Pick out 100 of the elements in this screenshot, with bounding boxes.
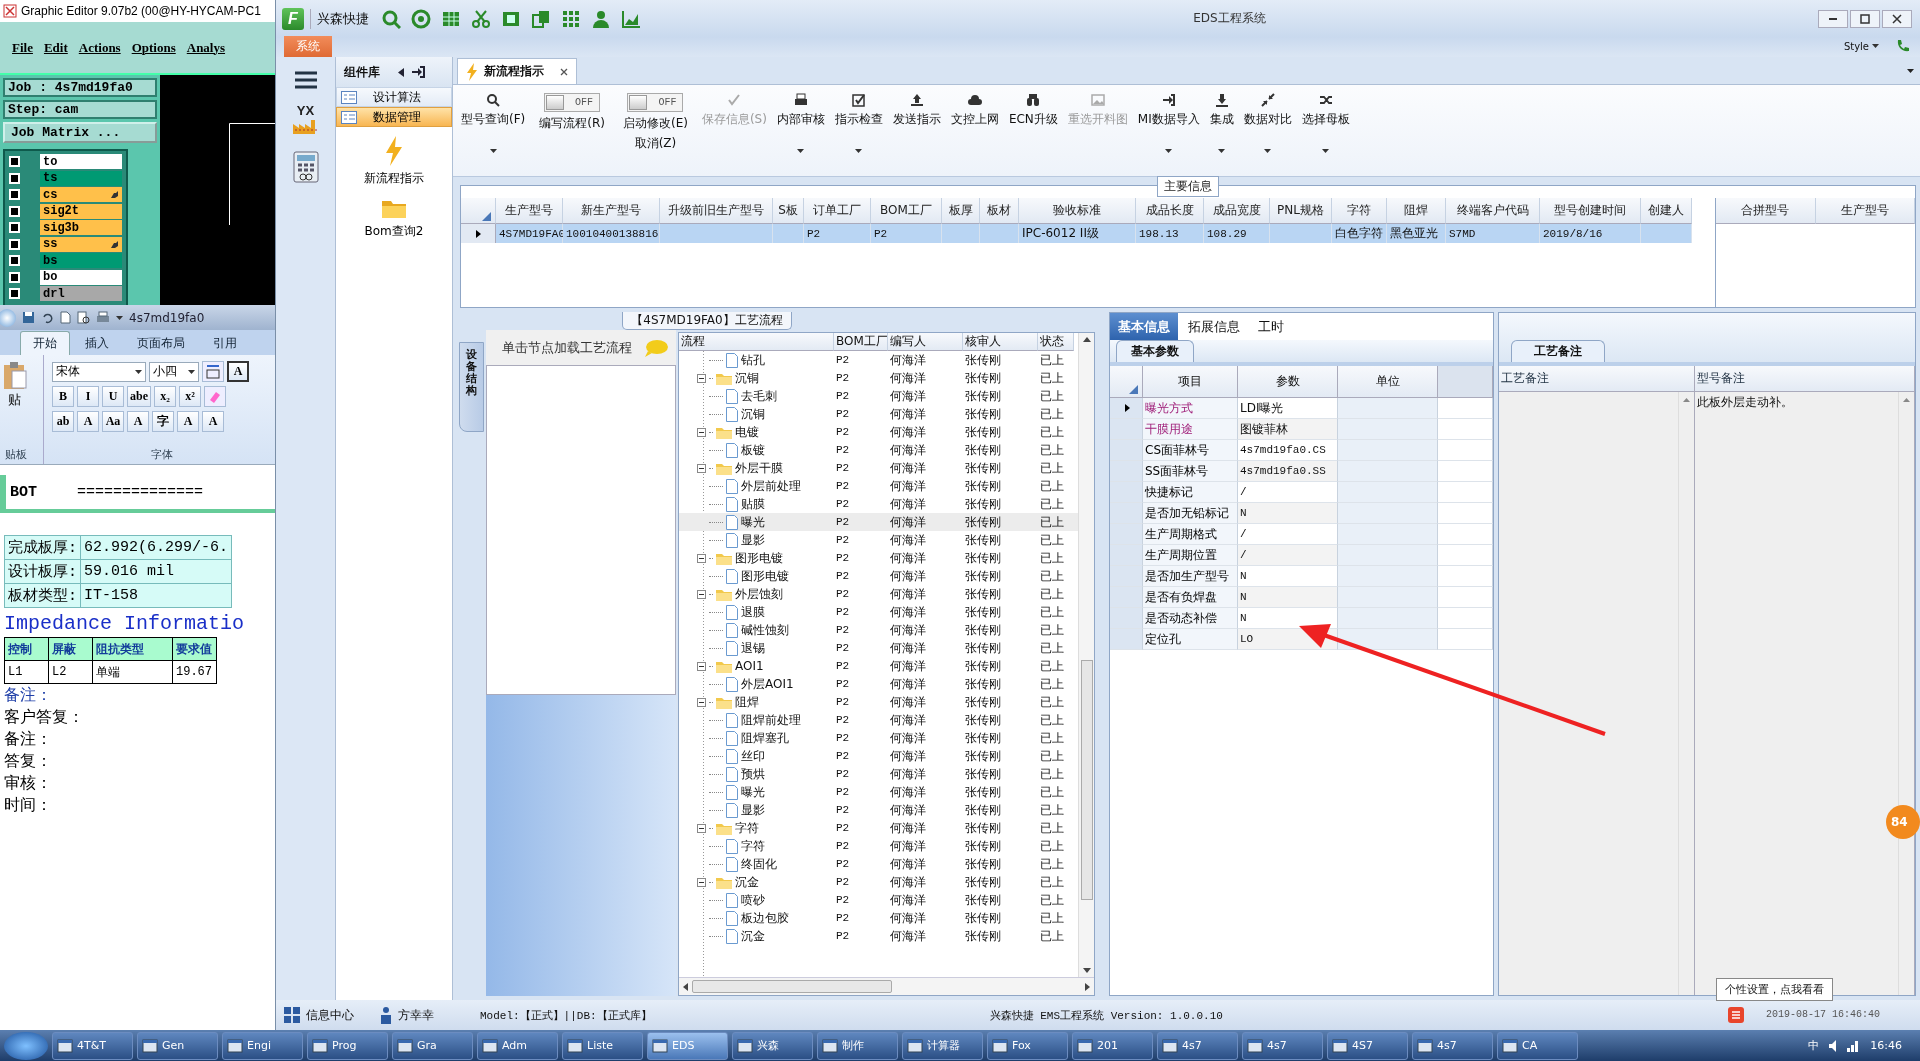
format-button[interactable]: x₂ xyxy=(154,386,176,407)
tree-row[interactable]: 字符 P2 何海洋 张传刚 已上 xyxy=(679,819,1078,837)
column-header[interactable]: 板材 xyxy=(980,198,1019,224)
taskbar-button[interactable]: 计算器 xyxy=(902,1031,983,1060)
layer-checkbox[interactable] xyxy=(9,205,20,217)
toggle-switch[interactable]: OFF xyxy=(544,93,601,112)
format-button[interactable]: abe xyxy=(127,386,151,407)
layer-checkbox[interactable] xyxy=(9,255,20,267)
row-marker[interactable] xyxy=(1110,398,1143,419)
taskbar-button[interactable]: 201 xyxy=(1072,1031,1153,1060)
column-header[interactable]: 板厚 xyxy=(942,198,980,224)
layer-name[interactable]: cs xyxy=(40,187,122,203)
layer-checkbox[interactable] xyxy=(9,271,20,283)
taskbar-button[interactable]: 4s7 xyxy=(1412,1031,1493,1060)
row-marker[interactable] xyxy=(1110,629,1143,650)
layer-name[interactable]: ts xyxy=(40,170,122,186)
menu-item[interactable]: Analys xyxy=(186,39,226,56)
toolbar-button[interactable]: 文控上网 xyxy=(946,91,1003,130)
column-header[interactable]: 项目 xyxy=(1143,366,1238,398)
collapse-icon[interactable] xyxy=(697,877,706,887)
column-header[interactable]: 终端客户代码 xyxy=(1446,198,1540,224)
taskbar-button[interactable]: 兴森 xyxy=(732,1031,813,1060)
taskbar-button[interactable]: Gen xyxy=(137,1031,218,1060)
collapse-icon[interactable] xyxy=(697,373,706,383)
tree-row[interactable]: 曝光 P2 何海洋 张传刚 已上 xyxy=(679,513,1078,531)
format-button[interactable]: x² xyxy=(179,386,201,407)
section-tab[interactable]: 工艺备注 xyxy=(1511,340,1605,362)
column-header[interactable]: 合拼型号 xyxy=(1716,198,1816,224)
row-marker[interactable] xyxy=(1110,566,1143,587)
column-header[interactable]: 流程 xyxy=(679,333,834,351)
column-header[interactable]: 创建人 xyxy=(1641,198,1692,224)
library-item[interactable]: 设计算法 xyxy=(336,87,452,107)
format-button[interactable]: A xyxy=(177,411,199,432)
row-marker[interactable] xyxy=(461,224,496,243)
menu-item[interactable]: Actions xyxy=(78,39,121,56)
column-header[interactable]: 验收标准 xyxy=(1019,198,1136,224)
row-marker[interactable] xyxy=(1110,587,1143,608)
taskbar-button[interactable]: 4T&T xyxy=(52,1031,133,1060)
column-header[interactable]: 参数 xyxy=(1238,366,1338,398)
column-header[interactable]: 单位 xyxy=(1338,366,1438,398)
taskbar-button[interactable]: 4S7 xyxy=(1327,1031,1408,1060)
format-button[interactable]: ab xyxy=(52,411,74,432)
maximize-button[interactable] xyxy=(1850,9,1880,28)
tree-row[interactable]: 碱性蚀刻 P2 何海洋 张传刚 已上 xyxy=(679,621,1078,639)
collapse-icon[interactable] xyxy=(697,427,706,437)
row-marker[interactable] xyxy=(1110,545,1143,566)
layer-checkbox[interactable] xyxy=(9,189,20,201)
tree-row[interactable]: 沉金 P2 何海洋 张传刚 已上 xyxy=(679,873,1078,891)
module-logo[interactable]: YX xyxy=(296,103,315,118)
layer-checkbox[interactable] xyxy=(9,238,20,250)
taskbar-button[interactable]: Liste xyxy=(562,1031,643,1060)
tree-row[interactable]: 退膜 P2 何海洋 张传刚 已上 xyxy=(679,603,1078,621)
tree-row[interactable]: 去毛刺 P2 何海洋 张传刚 已上 xyxy=(679,387,1078,405)
status-item[interactable]: 方幸幸 xyxy=(398,1006,434,1024)
row-marker[interactable] xyxy=(1110,419,1143,440)
toolbar-button[interactable]: 数据对比 xyxy=(1239,91,1296,158)
toggle-switch[interactable]: OFF xyxy=(627,93,684,112)
toolbar-button[interactable]: 内部审核 xyxy=(772,91,829,158)
column-header[interactable]: 核审人 xyxy=(963,333,1038,351)
font-combo[interactable]: 宋体 xyxy=(52,361,146,382)
tree-row[interactable]: 字符 P2 何海洋 张传刚 已上 xyxy=(679,837,1078,855)
layer-name[interactable]: bs xyxy=(40,253,122,269)
taskbar-button[interactable]: Gra xyxy=(392,1031,473,1060)
format-button[interactable]: A xyxy=(77,411,99,432)
menu-item[interactable]: Edit xyxy=(43,39,68,56)
column-header[interactable]: 状态 xyxy=(1038,333,1074,351)
format-button[interactable]: A xyxy=(202,411,224,432)
column-header[interactable]: S板 xyxy=(773,198,804,224)
row-marker[interactable] xyxy=(1110,461,1143,482)
row-marker[interactable] xyxy=(1110,524,1143,545)
layer-name[interactable]: bo xyxy=(40,269,122,285)
char-border-button[interactable]: A xyxy=(227,361,249,382)
tree-row[interactable]: 外层干膜 P2 何海洋 张传刚 已上 xyxy=(679,459,1078,477)
taskbar-button[interactable]: Adm xyxy=(477,1031,558,1060)
tree-row[interactable]: 阻焊塞孔 P2 何海洋 张传刚 已上 xyxy=(679,729,1078,747)
taskbar-button[interactable]: 制作 xyxy=(817,1031,898,1060)
tree-row[interactable]: 外层AOI1 P2 何海洋 张传刚 已上 xyxy=(679,675,1078,693)
scrollbar-thumb[interactable] xyxy=(691,980,892,993)
collapse-icon[interactable] xyxy=(697,589,706,599)
ribbon-tab[interactable]: 引用 xyxy=(200,331,250,355)
job-matrix-button[interactable]: Job Matrix ... xyxy=(3,122,157,143)
column-header[interactable]: 型号备注 xyxy=(1695,366,1915,392)
toolbar-button[interactable]: 集成 xyxy=(1205,91,1238,158)
layer-checkbox[interactable] xyxy=(9,288,20,300)
format-button[interactable]: I xyxy=(77,386,99,407)
collapse-icon[interactable] xyxy=(697,661,706,671)
column-header[interactable]: 编写人 xyxy=(888,333,963,351)
row-marker[interactable] xyxy=(1110,482,1143,503)
toolbar-button[interactable]: MI数据导入 xyxy=(1133,91,1204,158)
format-button[interactable]: B xyxy=(52,386,74,407)
layer-name[interactable]: drl xyxy=(40,286,122,302)
toolbar-button[interactable]: 指示检查 xyxy=(830,91,887,158)
tree-row[interactable]: 喷砂 P2 何海洋 张传刚 已上 xyxy=(679,891,1078,909)
layer-name[interactable]: ss xyxy=(40,236,122,252)
row-marker[interactable] xyxy=(1110,440,1143,461)
column-header[interactable]: 升级前旧生产型号 xyxy=(660,198,773,224)
scrollbar-thumb[interactable] xyxy=(1080,660,1093,900)
tree-row[interactable]: 沉铜 P2 何海洋 张传刚 已上 xyxy=(679,369,1078,387)
tree-row[interactable]: 阻焊前处理 P2 何海洋 张传刚 已上 xyxy=(679,711,1078,729)
size-combo[interactable]: 小四 xyxy=(149,361,199,382)
